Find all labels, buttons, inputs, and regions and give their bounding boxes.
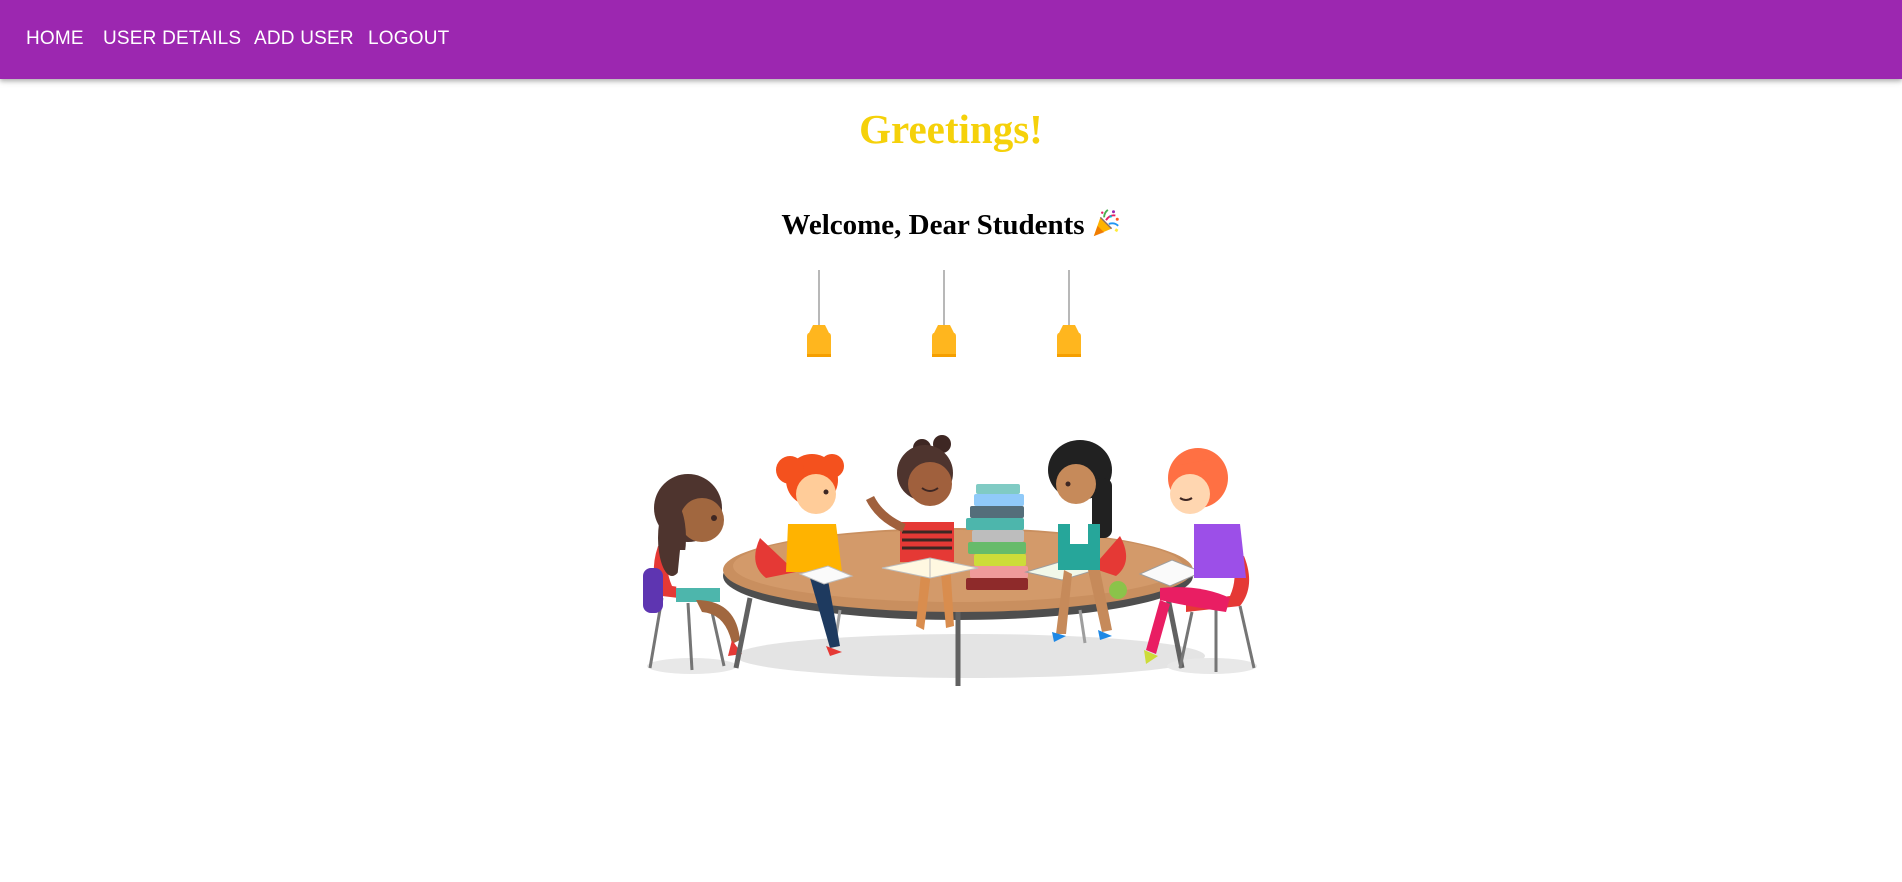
students-reading-illustration [643, 435, 1257, 686]
lamp-icon [807, 270, 831, 357]
hanging-lamps [807, 270, 1081, 357]
nav-add-user-link[interactable]: ADD USER [254, 28, 354, 50]
lamp-icon [1057, 270, 1081, 357]
nav-user-details-link[interactable]: USER DETAILS [103, 28, 241, 50]
party-popper-icon [1093, 209, 1119, 237]
lamp-icon [932, 270, 956, 357]
top-navbar: HOME USER DETAILS ADD USER LOGOUT [0, 0, 1902, 79]
welcome-heading: Welcome, Dear Students [0, 208, 1902, 242]
nav-logout-link[interactable]: LOGOUT [368, 28, 449, 50]
page-title: Greetings! [859, 106, 1043, 152]
welcome-text: Welcome, Dear Students [781, 209, 1085, 241]
nav-home-link[interactable]: HOME [26, 28, 84, 50]
